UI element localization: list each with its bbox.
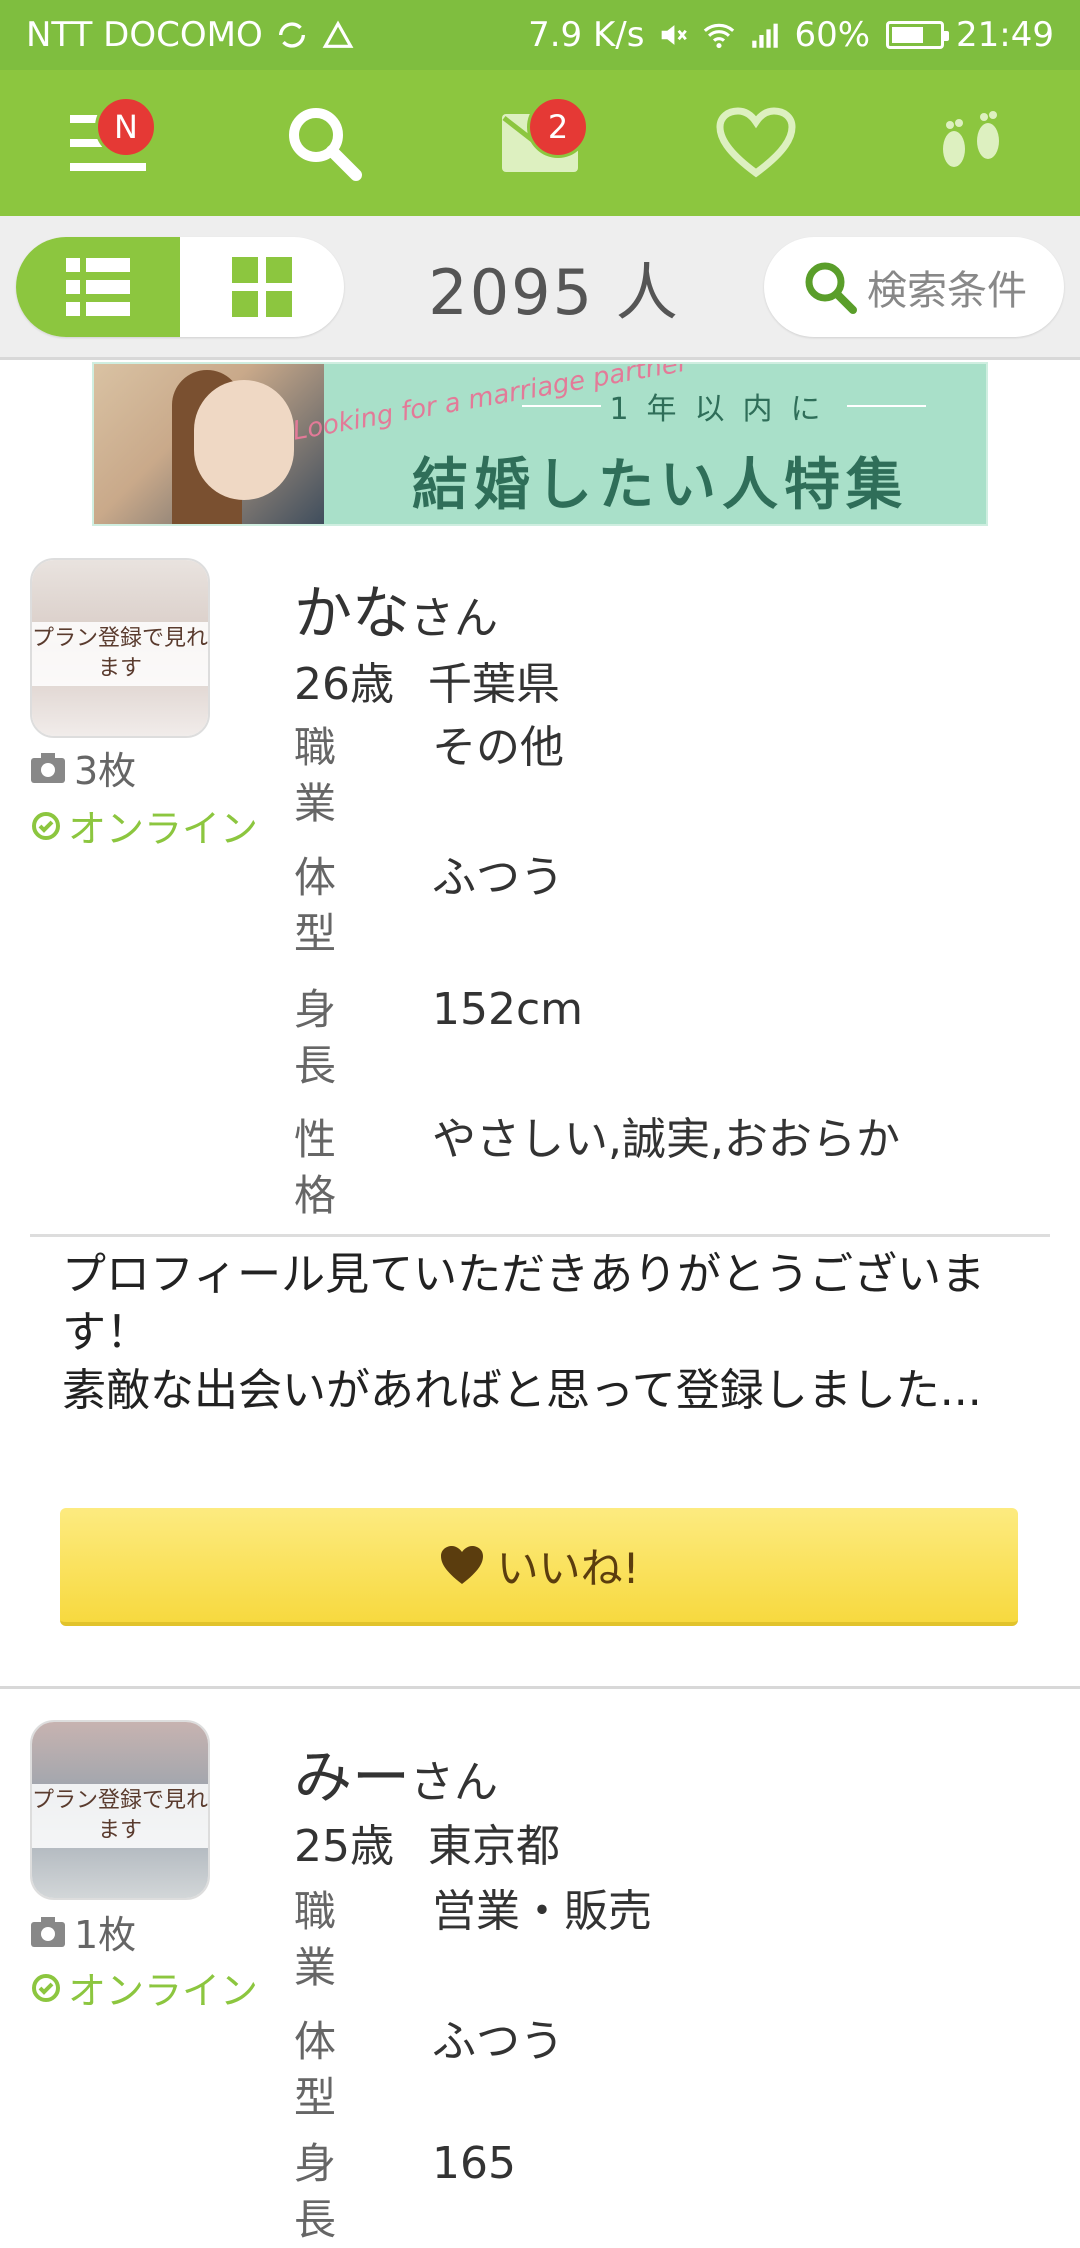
height-label: 身長	[294, 2139, 337, 2244]
age-location: 26歳 千葉県	[294, 648, 560, 712]
menu-badge: N	[95, 96, 157, 158]
profile-age: 26歳	[294, 659, 394, 710]
clock: 21:49	[956, 15, 1054, 55]
result-count: 2095 人	[428, 255, 680, 329]
profile-location: 千葉県	[428, 659, 560, 710]
data-saver-icon	[322, 20, 354, 48]
battery-icon	[886, 21, 950, 49]
sync-icon	[278, 22, 305, 48]
favorites-button[interactable]	[701, 88, 811, 198]
footprints-button[interactable]	[917, 88, 1027, 198]
body-label: 体型	[294, 2017, 337, 2122]
filter-bar: 2095 人 検索条件	[0, 216, 1080, 360]
personality-label: 性格	[294, 1115, 337, 1220]
profile-name: みーさん	[294, 1743, 499, 1811]
messages-button[interactable]: 2	[485, 88, 595, 198]
banner-title: 結婚したい人特集	[412, 453, 908, 518]
height-label: 身長	[294, 985, 337, 1090]
personality-value: やさしい,誠実,おおらか	[432, 1114, 900, 1165]
like-button[interactable]: いいね!	[60, 1508, 1018, 1626]
body-value: ふつう	[432, 852, 564, 903]
heart-icon	[716, 107, 796, 178]
avatar-locked-note: プラン登録で見れます	[32, 622, 208, 686]
online-status-text: オンライン	[68, 807, 259, 851]
age-location: 25歳 東京都	[294, 1810, 560, 1874]
list-icon	[66, 257, 130, 316]
profile-age: 25歳	[294, 1821, 394, 1872]
profile-location: 東京都	[428, 1821, 560, 1872]
job-value: 営業・販売	[432, 1886, 652, 1937]
job-label: 職業	[294, 723, 337, 828]
profile-name: かなさん	[294, 579, 499, 647]
wifi-icon	[704, 23, 735, 49]
search-nav-button[interactable]	[269, 88, 379, 198]
battery-percent: 60%	[794, 15, 871, 55]
like-button-label: いいね!	[496, 1543, 640, 1593]
messages-badge: 2	[527, 96, 589, 158]
heart-icon	[440, 1546, 483, 1584]
photo-count: 1枚	[30, 1904, 136, 1959]
search-conditions-label: 検索条件	[867, 267, 1027, 314]
height-value: 165	[432, 2138, 516, 2189]
online-status-text: オンライン	[68, 1969, 259, 2013]
profile-message: プロフィール見ていただきありがとうございます！ 素敵な出会いがあればと思って登録…	[62, 1249, 986, 1416]
footprints-icon	[943, 111, 999, 167]
mute-icon	[662, 25, 688, 45]
status-bar: NTT DOCOMO 7.9 K/s 60% 21:49	[0, 0, 1080, 70]
photo-count: 3枚	[30, 740, 136, 795]
job-label: 職業	[294, 1887, 337, 1992]
search-icon	[805, 262, 857, 314]
view-toggle	[16, 236, 344, 337]
camera-icon	[31, 1916, 65, 1947]
camera-icon	[31, 752, 65, 783]
search-icon	[289, 108, 362, 181]
body-value: ふつう	[432, 2016, 564, 2067]
signal-icon	[752, 23, 779, 48]
online-status: オンライン	[30, 1960, 258, 2015]
carrier-text: NTT DOCOMO	[26, 15, 263, 55]
promo-banner[interactable]: Looking for a marriage partner 1年以内に 結婚し…	[92, 362, 988, 526]
grid-view-button[interactable]	[180, 237, 344, 337]
photo-count-text: 1枚	[74, 1913, 137, 1957]
grid-icon	[232, 256, 292, 317]
check-circle-icon	[32, 1973, 60, 2002]
divider	[30, 1234, 1050, 1237]
check-circle-icon	[32, 811, 60, 840]
job-value: その他	[432, 722, 564, 773]
avatar[interactable]: プラン登録で見れます	[30, 558, 210, 738]
avatar-locked-note: プラン登録で見れます	[32, 1784, 208, 1848]
search-conditions-button[interactable]: 検索条件	[764, 236, 1064, 337]
network-speed: 7.9 K/s	[528, 15, 645, 55]
photo-count-text: 3枚	[74, 749, 137, 793]
online-status: オンライン	[30, 798, 258, 853]
avatar[interactable]: プラン登録で見れます	[30, 1720, 210, 1900]
height-value: 152cm	[432, 984, 584, 1035]
banner-subtitle: 1年以内に	[514, 386, 934, 427]
list-view-button[interactable]	[16, 236, 180, 337]
menu-button[interactable]: N	[53, 88, 163, 198]
body-label: 体型	[294, 853, 337, 958]
card-separator	[0, 1686, 1080, 1689]
top-nav: N 2	[0, 70, 1080, 216]
